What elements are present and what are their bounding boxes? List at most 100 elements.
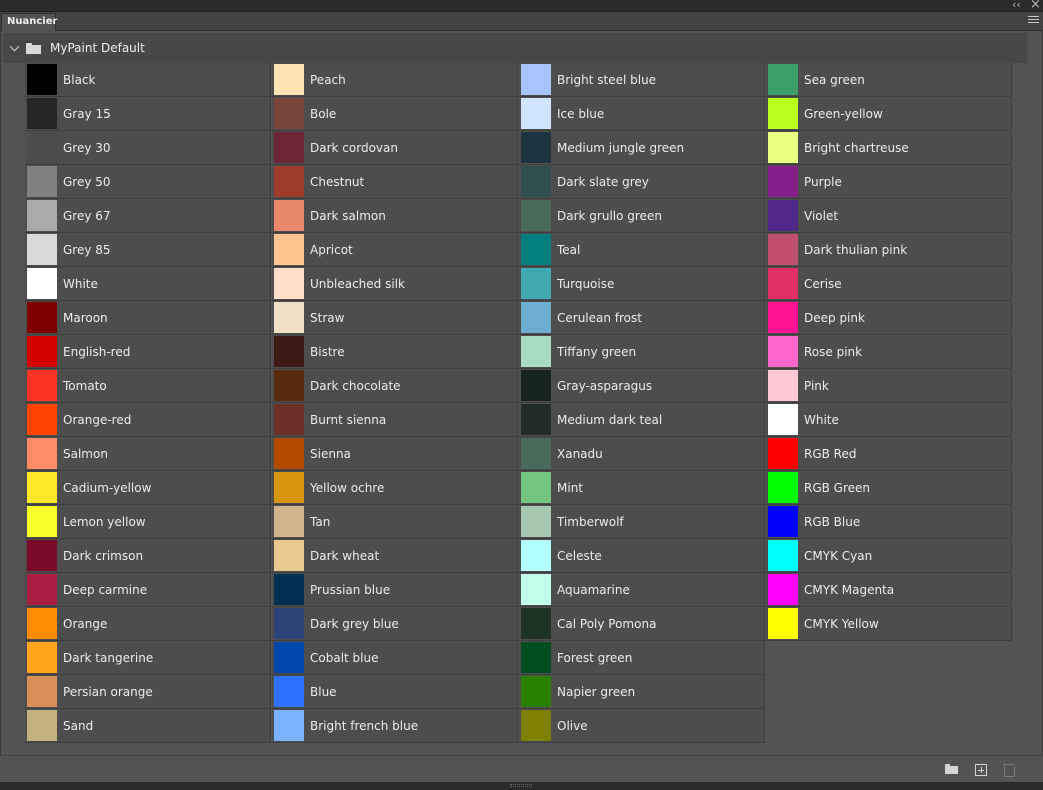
swatch-item[interactable]: CMYK Yellow: [766, 607, 1012, 641]
color-swatch[interactable]: [521, 302, 551, 333]
swatch-item[interactable]: Chestnut: [272, 165, 518, 199]
hamburger-menu-icon[interactable]: [1028, 16, 1039, 26]
swatch-item[interactable]: Black: [25, 63, 271, 97]
swatch-item[interactable]: Cal Poly Pomona: [519, 607, 765, 641]
color-swatch[interactable]: [274, 608, 304, 639]
color-swatch[interactable]: [274, 574, 304, 605]
swatch-item[interactable]: Orange-red: [25, 403, 271, 437]
resize-grip-icon[interactable]: [510, 784, 532, 787]
swatch-item[interactable]: Forest green: [519, 641, 765, 675]
color-swatch[interactable]: [768, 370, 798, 401]
swatch-item[interactable]: Medium jungle green: [519, 131, 765, 165]
swatch-item[interactable]: Peach: [272, 63, 518, 97]
swatch-item[interactable]: Salmon: [25, 437, 271, 471]
color-swatch[interactable]: [768, 302, 798, 333]
swatch-item[interactable]: Grey 30: [25, 131, 271, 165]
swatch-item[interactable]: Cerise: [766, 267, 1012, 301]
chevron-down-icon[interactable]: [10, 43, 20, 53]
color-swatch[interactable]: [768, 438, 798, 469]
swatch-item[interactable]: Dark salmon: [272, 199, 518, 233]
swatch-item[interactable]: Straw: [272, 301, 518, 335]
swatch-item[interactable]: Lemon yellow: [25, 505, 271, 539]
color-swatch[interactable]: [274, 132, 304, 163]
swatch-item[interactable]: Bright chartreuse: [766, 131, 1012, 165]
color-swatch[interactable]: [521, 540, 551, 571]
color-swatch[interactable]: [768, 200, 798, 231]
swatch-item[interactable]: Mint: [519, 471, 765, 505]
color-swatch[interactable]: [27, 506, 57, 537]
swatch-item[interactable]: White: [766, 403, 1012, 437]
color-swatch[interactable]: [274, 506, 304, 537]
color-swatch[interactable]: [27, 98, 57, 129]
swatch-item[interactable]: Teal: [519, 233, 765, 267]
color-swatch[interactable]: [521, 132, 551, 163]
color-swatch[interactable]: [274, 64, 304, 95]
color-swatch[interactable]: [521, 64, 551, 95]
color-swatch[interactable]: [27, 438, 57, 469]
close-panel-icon[interactable]: ×: [1030, 0, 1041, 12]
swatch-item[interactable]: Medium dark teal: [519, 403, 765, 437]
swatch-item[interactable]: Dark slate grey: [519, 165, 765, 199]
color-swatch[interactable]: [521, 404, 551, 435]
color-swatch[interactable]: [27, 166, 57, 197]
swatch-item[interactable]: Orange: [25, 607, 271, 641]
swatch-item[interactable]: Celeste: [519, 539, 765, 573]
tab-nuancier[interactable]: Nuancier: [1, 13, 57, 31]
color-swatch[interactable]: [274, 540, 304, 571]
swatch-item[interactable]: Tomato: [25, 369, 271, 403]
color-swatch[interactable]: [768, 98, 798, 129]
color-swatch[interactable]: [521, 710, 551, 741]
swatch-item[interactable]: Deep carmine: [25, 573, 271, 607]
color-swatch[interactable]: [521, 438, 551, 469]
swatch-item[interactable]: Yellow ochre: [272, 471, 518, 505]
color-swatch[interactable]: [521, 608, 551, 639]
color-swatch[interactable]: [768, 506, 798, 537]
color-swatch[interactable]: [521, 506, 551, 537]
color-swatch[interactable]: [274, 404, 304, 435]
swatch-item[interactable]: Dark wheat: [272, 539, 518, 573]
color-swatch[interactable]: [768, 64, 798, 95]
swatch-item[interactable]: Ice blue: [519, 97, 765, 131]
swatch-item[interactable]: Sea green: [766, 63, 1012, 97]
swatch-item[interactable]: Deep pink: [766, 301, 1012, 335]
swatch-item[interactable]: Blue: [272, 675, 518, 709]
swatch-item[interactable]: Pink: [766, 369, 1012, 403]
swatch-item[interactable]: Dark crimson: [25, 539, 271, 573]
swatch-item[interactable]: Sand: [25, 709, 271, 743]
swatch-item[interactable]: English-red: [25, 335, 271, 369]
add-swatch-icon[interactable]: [975, 764, 987, 776]
swatch-item[interactable]: Dark chocolate: [272, 369, 518, 403]
swatch-item[interactable]: Timberwolf: [519, 505, 765, 539]
color-swatch[interactable]: [274, 200, 304, 231]
color-swatch[interactable]: [521, 336, 551, 367]
color-swatch[interactable]: [274, 676, 304, 707]
swatch-item[interactable]: Rose pink: [766, 335, 1012, 369]
swatch-item[interactable]: Apricot: [272, 233, 518, 267]
swatch-item[interactable]: Xanadu: [519, 437, 765, 471]
swatch-item[interactable]: White: [25, 267, 271, 301]
color-swatch[interactable]: [274, 370, 304, 401]
color-swatch[interactable]: [521, 98, 551, 129]
swatch-item[interactable]: Tiffany green: [519, 335, 765, 369]
color-swatch[interactable]: [274, 438, 304, 469]
swatch-item[interactable]: Prussian blue: [272, 573, 518, 607]
swatch-item[interactable]: Cadium-yellow: [25, 471, 271, 505]
swatch-item[interactable]: CMYK Cyan: [766, 539, 1012, 573]
swatch-item[interactable]: Dark tangerine: [25, 641, 271, 675]
swatch-item[interactable]: Dark grullo green: [519, 199, 765, 233]
color-swatch[interactable]: [274, 472, 304, 503]
color-swatch[interactable]: [521, 472, 551, 503]
swatch-item[interactable]: Dark cordovan: [272, 131, 518, 165]
color-swatch[interactable]: [27, 370, 57, 401]
collapse-panel-icon[interactable]: ‹‹: [1012, 0, 1021, 12]
swatch-item[interactable]: Green-yellow: [766, 97, 1012, 131]
color-swatch[interactable]: [768, 608, 798, 639]
color-swatch[interactable]: [521, 234, 551, 265]
color-swatch[interactable]: [27, 404, 57, 435]
swatch-item[interactable]: RGB Green: [766, 471, 1012, 505]
swatch-item[interactable]: Unbleached silk: [272, 267, 518, 301]
swatch-item[interactable]: Gray-asparagus: [519, 369, 765, 403]
swatch-item[interactable]: Bright french blue: [272, 709, 518, 743]
color-swatch[interactable]: [27, 710, 57, 741]
swatch-item[interactable]: CMYK Magenta: [766, 573, 1012, 607]
